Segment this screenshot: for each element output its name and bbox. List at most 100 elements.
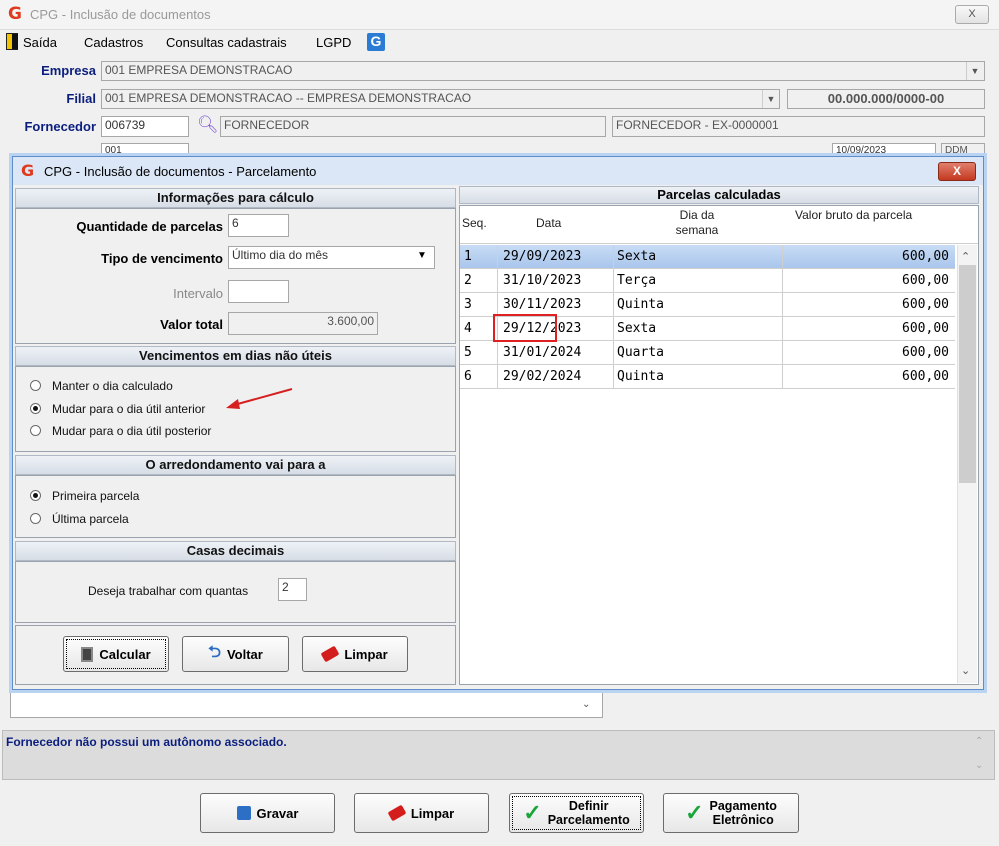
qtd-parcelas-input[interactable]: 6 <box>228 214 289 237</box>
tipo-dropdown-icon[interactable]: ▼ <box>414 250 430 265</box>
cell-dia: Sexta <box>617 249 657 264</box>
cell-data: 31/01/2024 <box>503 345 582 360</box>
gravar-label: Gravar <box>256 805 299 821</box>
filial-dropdown-icon[interactable]: ▼ <box>762 90 779 108</box>
arred-ultima-label[interactable]: Última parcela <box>52 512 129 526</box>
cell-valor: 600,00 <box>902 321 949 336</box>
window-title: CPG - Inclusão de documentos <box>30 7 211 22</box>
casas-decimais-input[interactable]: 2 <box>278 578 307 601</box>
venc-option-posterior-radio[interactable] <box>30 425 41 436</box>
col-valor-header[interactable]: Valor bruto da parcela <box>795 208 912 222</box>
scroll-down-icon[interactable]: ⌄ <box>961 664 970 677</box>
menu-consultas-cadastrais[interactable]: Consultas cadastrais <box>166 35 287 50</box>
pagamento-label-1: Pagamento <box>709 799 777 813</box>
lower-combo[interactable] <box>10 692 603 718</box>
pagamento-label-2: Eletrônico <box>712 813 774 827</box>
cell-valor: 600,00 <box>902 273 949 288</box>
fornecedor-label: Fornecedor <box>24 119 96 134</box>
window-close-button[interactable]: X <box>955 5 989 24</box>
info-section-header: Informações para cálculo <box>15 188 456 208</box>
venc-option-manter-label[interactable]: Manter o dia calculado <box>52 379 173 393</box>
intervalo-input[interactable] <box>228 280 289 303</box>
fornecedor-full-field: FORNECEDOR - EX-0000001 <box>612 116 985 137</box>
calcular-label: Calcular <box>99 646 151 662</box>
column-divider <box>497 269 498 293</box>
emissao-date-input[interactable]: 10/09/2023 <box>832 143 936 157</box>
col-dia-header-1[interactable]: Dia da <box>672 208 722 222</box>
dialog-close-button[interactable]: X <box>938 162 976 181</box>
menu-lgpd[interactable]: LGPD <box>316 35 351 50</box>
arred-ultima-radio[interactable] <box>30 513 41 524</box>
limpar-dialog-button[interactable]: Limpar <box>302 636 408 672</box>
column-divider <box>782 293 783 317</box>
column-divider <box>613 293 614 317</box>
column-divider <box>782 341 783 365</box>
col-dia-header-2[interactable]: semana <box>670 223 724 237</box>
status-scroll-up-icon[interactable]: ⌃ <box>975 736 983 747</box>
arred-primeira-radio[interactable] <box>30 490 41 501</box>
exit-door-icon <box>6 33 18 50</box>
intervalo-label: Intervalo <box>173 286 223 301</box>
table-row[interactable]: 5 31/01/2024 Quarta 600,00 <box>460 341 955 365</box>
venc-option-manter-radio[interactable] <box>30 380 41 391</box>
fornecedor-code-input[interactable]: 006739 <box>101 116 189 137</box>
pagamento-eletronico-button[interactable]: ✓ Pagamento Eletrônico <box>663 793 799 833</box>
cell-seq: 2 <box>464 273 472 288</box>
col-data-header[interactable]: Data <box>536 216 561 230</box>
column-divider <box>782 269 783 293</box>
column-divider <box>497 341 498 365</box>
column-divider <box>613 245 614 269</box>
column-divider <box>497 365 498 389</box>
casas-section-header: Casas decimais <box>15 541 456 561</box>
grid-scroll-thumb[interactable] <box>959 265 976 483</box>
column-divider <box>782 245 783 269</box>
cell-dia: Terça <box>617 273 657 288</box>
table-row[interactable]: 1 29/09/2023 Sexta 600,00 <box>460 245 955 269</box>
limpar-button[interactable]: Limpar <box>354 793 489 833</box>
eraser-icon <box>387 804 407 822</box>
column-divider <box>782 317 783 341</box>
calcular-button[interactable]: Calcular <box>63 636 169 672</box>
venc-option-anterior-label[interactable]: Mudar para o dia útil anterior <box>52 402 205 416</box>
cell-dia: Quarta <box>617 345 664 360</box>
filial-select[interactable]: 001 EMPRESA DEMONSTRACAO -- EMPRESA DEMO… <box>101 89 780 109</box>
calculator-icon <box>81 646 94 662</box>
column-divider <box>782 365 783 389</box>
cell-valor: 600,00 <box>902 297 949 312</box>
status-scroll-down-icon[interactable]: ⌄ <box>975 760 983 771</box>
g-brand-icon[interactable]: G <box>367 33 385 51</box>
limpar-label: Limpar <box>410 805 455 821</box>
scroll-up-icon[interactable]: ⌃ <box>961 250 970 263</box>
empresa-select[interactable]: 001 EMPRESA DEMONSTRACAO <box>101 61 985 81</box>
menu-saida[interactable]: Saída <box>23 35 57 50</box>
table-row[interactable]: 6 29/02/2024 Quinta 600,00 <box>460 365 955 389</box>
empresa-dropdown-icon[interactable]: ▼ <box>966 62 983 80</box>
voltar-button[interactable]: ⮌ Voltar <box>182 636 289 672</box>
definir-parcelamento-button[interactable]: ✓ Definir Parcelamento <box>509 793 644 833</box>
col-seq-header[interactable]: Seq. <box>462 216 487 230</box>
venc-option-anterior-radio[interactable] <box>30 403 41 414</box>
valor-total-label: Valor total <box>160 317 223 332</box>
tipo-vencimento-select[interactable]: Último dia do mês <box>228 246 435 269</box>
cnpj-field: 00.000.000/0000-00 <box>787 89 985 109</box>
cell-dia: Quinta <box>617 369 664 384</box>
column-divider <box>497 245 498 269</box>
checkmark-icon: ✓ <box>523 800 542 825</box>
checkmark-icon: ✓ <box>685 800 704 825</box>
cell-seq: 3 <box>464 297 472 312</box>
gravar-button[interactable]: Gravar <box>200 793 335 833</box>
venc-option-posterior-label[interactable]: Mudar para o dia útil posterior <box>52 424 211 438</box>
column-divider <box>613 269 614 293</box>
serie-input[interactable]: 001 <box>101 143 189 157</box>
cell-dia: Quinta <box>617 297 664 312</box>
arred-primeira-label[interactable]: Primeira parcela <box>52 489 139 503</box>
menu-cadastros[interactable]: Cadastros <box>84 35 143 50</box>
casas-label: Deseja trabalhar com quantas <box>88 584 249 598</box>
table-row[interactable]: 2 31/10/2023 Terça 600,00 <box>460 269 955 293</box>
chevron-down-icon[interactable]: ⌄ <box>582 699 590 710</box>
arredondamento-group <box>15 475 456 538</box>
cell-seq: 4 <box>464 321 472 336</box>
cell-seq: 5 <box>464 345 472 360</box>
vencimentos-section-header: Vencimentos em dias não úteis <box>15 346 456 366</box>
search-icon[interactable]: 🔍︎ <box>197 115 219 135</box>
